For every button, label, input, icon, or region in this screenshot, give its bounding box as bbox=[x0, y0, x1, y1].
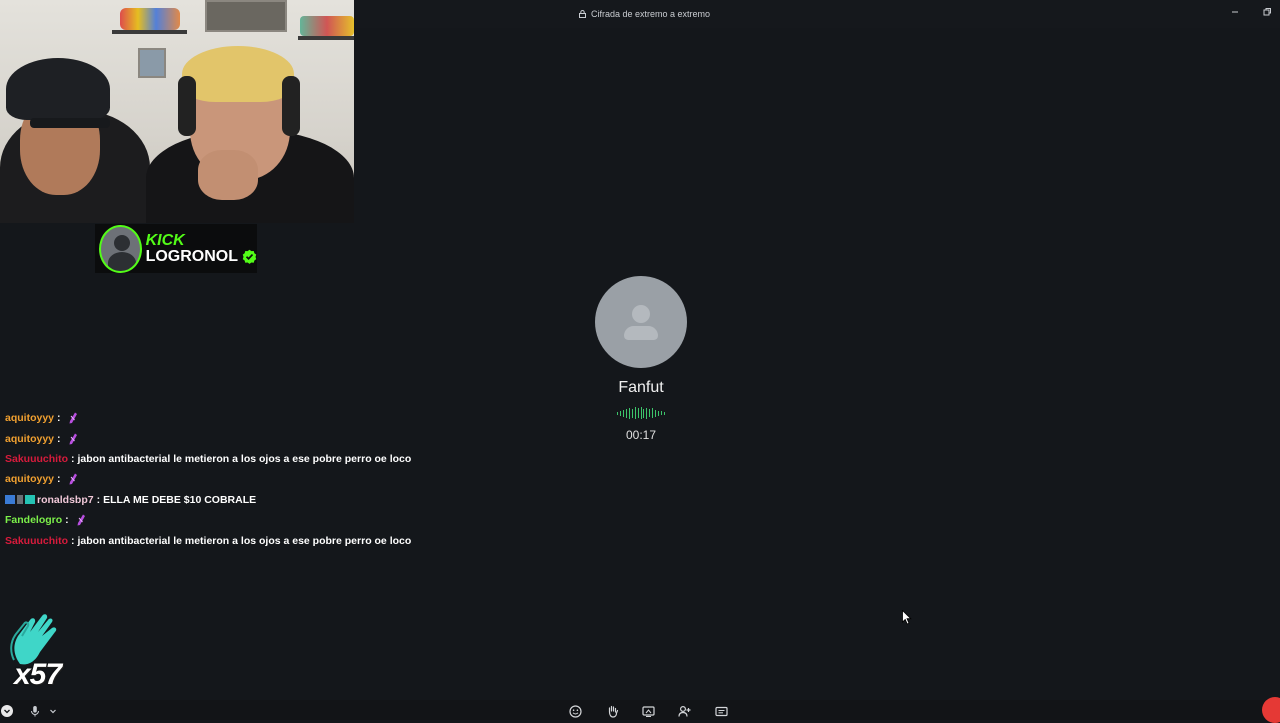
captions-icon bbox=[714, 706, 728, 716]
microphone-options-button[interactable] bbox=[46, 704, 60, 718]
chat-separator: : bbox=[71, 452, 75, 465]
chat-username[interactable]: aquitoyyy bbox=[5, 433, 54, 445]
waveform-bar bbox=[631, 408, 633, 418]
purple-emote-icon bbox=[69, 412, 77, 424]
gift-badge-icon bbox=[25, 495, 35, 505]
chat-message: Sakuuuchito: jabon antibacterial le metie… bbox=[5, 530, 445, 550]
add-participant-button[interactable] bbox=[677, 704, 691, 718]
waveform-bar bbox=[661, 411, 663, 415]
chat-username[interactable]: ronaldsbp7 bbox=[37, 494, 94, 506]
captions-button[interactable] bbox=[714, 704, 728, 718]
waveform-bar bbox=[619, 410, 621, 416]
microphone-button[interactable] bbox=[28, 704, 42, 718]
chat-username[interactable]: Sakuuuchito bbox=[5, 453, 68, 465]
restore-button[interactable] bbox=[1260, 5, 1274, 19]
microphone-icon bbox=[31, 706, 39, 717]
chevron-down-icon bbox=[1, 705, 13, 717]
waveform-bar bbox=[664, 411, 665, 415]
screen-share-icon bbox=[641, 705, 655, 717]
waveform-bar bbox=[655, 409, 657, 417]
waveform-bar bbox=[617, 411, 618, 415]
chat-separator: : bbox=[57, 412, 61, 425]
combo-count: x57 bbox=[14, 658, 62, 691]
chat-message: aquitoyyy: bbox=[5, 408, 445, 428]
purple-emote-icon bbox=[69, 473, 77, 485]
chat-text: jabon antibacterial le metieron a los oj… bbox=[77, 534, 412, 547]
chat-message: Sakuuuchito: jabon antibacterial le metie… bbox=[5, 449, 445, 469]
audio-waveform-icon bbox=[617, 407, 665, 419]
purple-emote-icon bbox=[77, 514, 85, 526]
chat-text: ELLA ME DEBE $10 COBRALE bbox=[103, 493, 257, 506]
call-duration: 00:17 bbox=[625, 428, 657, 442]
waveform-bar bbox=[622, 409, 624, 417]
contact-name: Fanfut bbox=[618, 379, 664, 396]
raise-hand-icon bbox=[608, 705, 618, 718]
waveform-bar bbox=[625, 408, 627, 418]
chat-message: Fandelogro: bbox=[5, 510, 445, 530]
call-controls-bar bbox=[0, 700, 1280, 720]
chat-separator: : bbox=[96, 493, 101, 506]
chat-separator: : bbox=[57, 473, 61, 486]
add-person-icon bbox=[677, 705, 690, 717]
waveform-bar bbox=[643, 408, 645, 418]
waveform-bar bbox=[634, 407, 636, 419]
waveform-bar bbox=[646, 407, 648, 419]
kick-channel-badge: KICK LOGRONOL bbox=[95, 224, 257, 273]
emoji-icon bbox=[568, 704, 582, 718]
emote-combo: x57 bbox=[6, 612, 68, 692]
chat-separator: : bbox=[65, 514, 69, 527]
chevron-down-icon bbox=[50, 709, 56, 714]
waveform-bar bbox=[640, 407, 642, 419]
chat-message: ronaldsbp7: ELLA ME DEBE $10 COBRALE bbox=[5, 490, 445, 510]
chat-message: aquitoyyy: bbox=[5, 469, 445, 489]
webcam-feed bbox=[0, 0, 354, 223]
waveform-bar bbox=[637, 408, 639, 418]
call-panel: Fanfut 00:17 bbox=[540, 276, 742, 442]
collapse-button[interactable] bbox=[0, 704, 14, 718]
waveform-bar bbox=[649, 409, 651, 417]
mod-badge-icon bbox=[17, 495, 23, 505]
kick-logo-text: KICK bbox=[145, 231, 185, 249]
encryption-label: Cifrada de extremo a extremo bbox=[591, 9, 711, 19]
stream-chat: aquitoyyy: aquitoyyy: Sakuuuchito: jabon an… bbox=[5, 408, 445, 551]
contact-avatar bbox=[595, 276, 687, 368]
mouse-cursor-icon bbox=[902, 610, 912, 625]
raise-hand-button[interactable] bbox=[605, 704, 619, 718]
restore-icon bbox=[1263, 8, 1271, 16]
waveform-bar bbox=[628, 407, 630, 419]
reactions-button[interactable] bbox=[568, 704, 582, 718]
encryption-indicator: Cifrada de extremo a extremo bbox=[579, 9, 710, 19]
minimize-button[interactable] bbox=[1228, 5, 1242, 19]
minimize-icon bbox=[1232, 11, 1238, 13]
chat-separator: : bbox=[71, 534, 75, 547]
verified-icon bbox=[242, 249, 257, 264]
chat-username[interactable]: aquitoyyy bbox=[5, 473, 54, 485]
chat-username[interactable]: aquitoyyy bbox=[5, 412, 54, 424]
waveform-bar bbox=[652, 408, 654, 418]
chat-username[interactable]: Fandelogro bbox=[5, 514, 62, 526]
chat-text: jabon antibacterial le metieron a los oj… bbox=[77, 452, 412, 465]
waveform-bar bbox=[658, 410, 660, 416]
channel-avatar bbox=[99, 224, 142, 273]
subscriber-badge-icon bbox=[5, 495, 15, 505]
purple-emote-icon bbox=[69, 433, 77, 445]
chat-username[interactable]: Sakuuuchito bbox=[5, 535, 68, 547]
screen-share-button[interactable] bbox=[641, 704, 655, 718]
channel-name: LOGRONOL bbox=[145, 247, 238, 265]
chat-message: aquitoyyy: bbox=[5, 428, 445, 448]
lock-icon bbox=[579, 10, 586, 18]
chat-separator: : bbox=[57, 432, 61, 445]
